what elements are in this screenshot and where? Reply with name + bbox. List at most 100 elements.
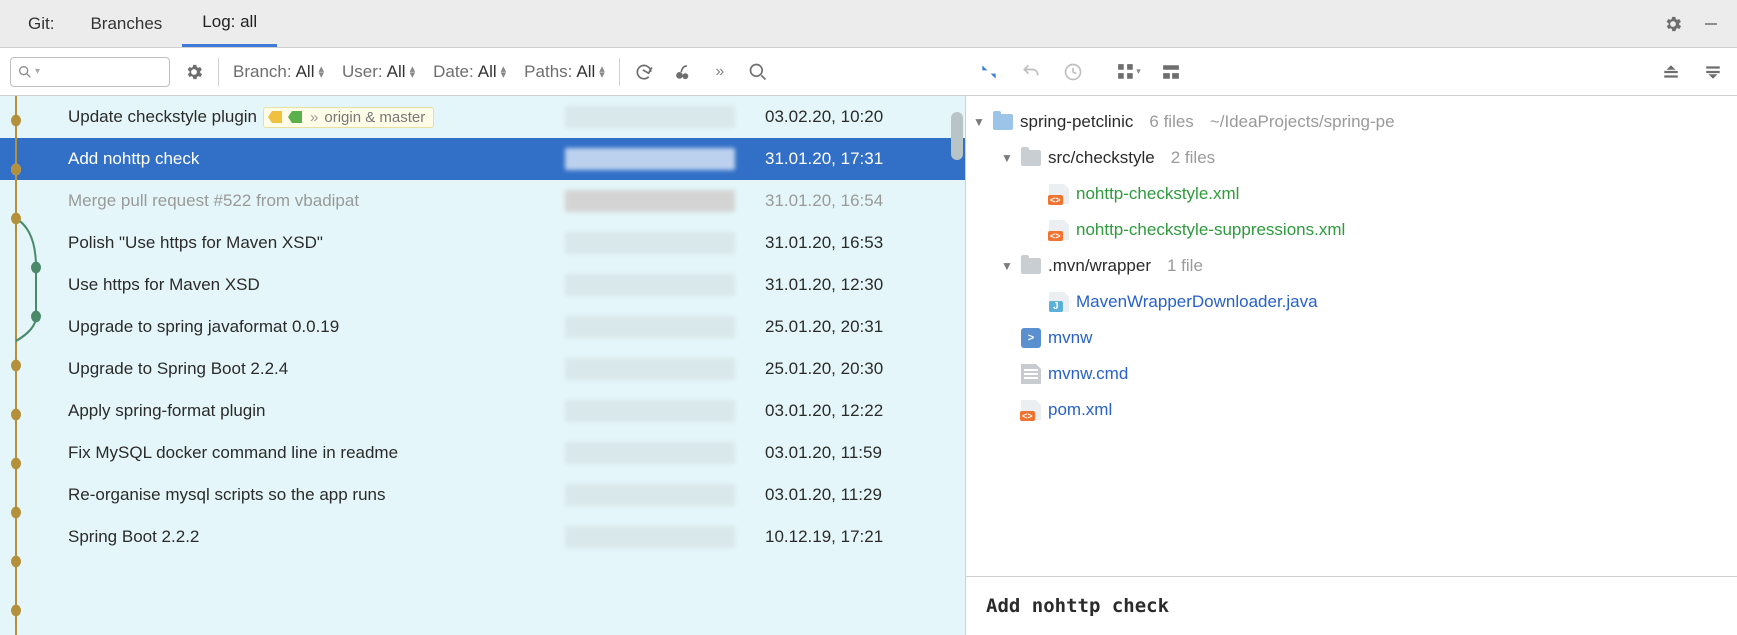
commit-author	[565, 106, 765, 128]
commit-date: 10.12.19, 17:21	[765, 527, 965, 547]
folder-name: src/checkstyle	[1048, 148, 1155, 168]
branch-tag[interactable]: »origin & master	[263, 107, 434, 128]
folder-icon	[1020, 255, 1042, 277]
commit-date: 03.02.20, 10:20	[765, 107, 965, 127]
file-name: nohttp-checkstyle-suppressions.xml	[1076, 220, 1345, 240]
file-name: mvnw.cmd	[1048, 364, 1128, 384]
commit-message: Re-organise mysql scripts so the app run…	[68, 485, 565, 505]
tree-file[interactable]: MavenWrapperDownloader.java	[972, 284, 1731, 320]
tree-folder[interactable]: ▼ .mvn/wrapper 1 file	[972, 248, 1731, 284]
more-icon[interactable]: »	[706, 58, 734, 86]
find-icon[interactable]	[744, 58, 772, 86]
gear-icon[interactable]	[1659, 10, 1687, 38]
commit-date: 03.01.20, 12:22	[765, 401, 965, 421]
commit-date: 31.01.20, 16:53	[765, 233, 965, 253]
chevron-down-icon[interactable]: ▼	[972, 115, 986, 129]
commit-author	[565, 400, 765, 422]
filter-paths[interactable]: Paths: All ▴▾	[520, 62, 609, 82]
commit-date: 25.01.20, 20:30	[765, 359, 965, 379]
commit-author	[565, 274, 765, 296]
tree-file[interactable]: nohttp-checkstyle-suppressions.xml	[972, 212, 1731, 248]
commit-row[interactable]: Spring Boot 2.2.2 10.12.19, 17:21	[0, 516, 965, 558]
group-icon[interactable]: ▾	[1115, 58, 1143, 86]
commit-author	[565, 190, 765, 212]
commit-message: Use https for Maven XSD	[68, 275, 565, 295]
commit-message: Spring Boot 2.2.2	[68, 527, 565, 547]
minimize-icon[interactable]	[1697, 10, 1725, 38]
tree-file[interactable]: pom.xml	[972, 392, 1731, 428]
tree-file[interactable]: nohttp-checkstyle.xml	[972, 176, 1731, 212]
filter-user[interactable]: User: All ▴▾	[338, 62, 419, 82]
commit-message: Apply spring-format plugin	[68, 401, 565, 421]
collapse-all-icon[interactable]	[1699, 58, 1727, 86]
changed-files-panel: ▼ spring-petclinic 6 files ~/IdeaProject…	[965, 96, 1737, 635]
file-tree[interactable]: ▼ spring-petclinic 6 files ~/IdeaProject…	[966, 96, 1737, 576]
file-icon: >	[1020, 327, 1042, 349]
commit-author	[565, 442, 765, 464]
chevron-down-icon[interactable]: ▼	[1000, 259, 1014, 273]
commit-detail-title: Add nohttp check	[966, 576, 1737, 635]
commit-row[interactable]: Use https for Maven XSD 31.01.20, 12:30	[0, 264, 965, 306]
tree-root[interactable]: ▼ spring-petclinic 6 files ~/IdeaProject…	[972, 104, 1731, 140]
git-title: Git:	[12, 14, 70, 34]
expand-all-icon[interactable]	[1657, 58, 1685, 86]
file-name: mvnw	[1048, 328, 1092, 348]
file-icon	[1048, 183, 1070, 205]
tree-file[interactable]: > mvnw	[972, 320, 1731, 356]
chevron-down-icon[interactable]: ▼	[1000, 151, 1014, 165]
commit-date: 31.01.20, 12:30	[765, 275, 965, 295]
commit-author	[565, 316, 765, 338]
layout-icon[interactable]	[1157, 58, 1185, 86]
commit-message: Upgrade to Spring Boot 2.2.4	[68, 359, 565, 379]
commit-row[interactable]: Add nohttp check 31.01.20, 17:31	[0, 138, 965, 180]
commit-author	[565, 148, 765, 170]
folder-icon	[1020, 147, 1042, 169]
commit-row[interactable]: Upgrade to Spring Boot 2.2.4 25.01.20, 20…	[0, 348, 965, 390]
tree-folder[interactable]: ▼src/checkstyle2 files	[972, 140, 1731, 176]
commit-date: 03.01.20, 11:29	[765, 485, 965, 505]
history-icon[interactable]	[1059, 58, 1087, 86]
filter-date[interactable]: Date: All ▴▾	[429, 62, 510, 82]
tab-branches[interactable]: Branches	[70, 0, 182, 47]
commit-row[interactable]: Re-organise mysql scripts so the app run…	[0, 474, 965, 516]
commit-date: 31.01.20, 16:54	[765, 191, 965, 211]
folder-name: .mvn/wrapper	[1048, 256, 1151, 276]
file-name: nohttp-checkstyle.xml	[1076, 184, 1239, 204]
commit-message: Add nohttp check	[68, 149, 565, 169]
commit-row[interactable]: Fix MySQL docker command line in readme 0…	[0, 432, 965, 474]
commit-message: Merge pull request #522 from vbadipat	[68, 191, 565, 211]
file-name: MavenWrapperDownloader.java	[1076, 292, 1318, 312]
commit-row[interactable]: Update checkstyle plugin»origin & master…	[0, 96, 965, 138]
cherry-pick-icon[interactable]	[668, 58, 696, 86]
file-icon	[1020, 399, 1042, 421]
commit-message: Upgrade to spring javaformat 0.0.19	[68, 317, 565, 337]
commit-message: Polish "Use https for Maven XSD"	[68, 233, 565, 253]
commit-row[interactable]: Upgrade to spring javaformat 0.0.1925.01…	[0, 306, 965, 348]
commit-log[interactable]: Update checkstyle plugin»origin & master…	[0, 96, 965, 635]
commit-row[interactable]: Polish "Use https for Maven XSD" 31.01.20…	[0, 222, 965, 264]
commit-date: 31.01.20, 17:31	[765, 149, 965, 169]
commit-author	[565, 358, 765, 380]
scrollbar-thumb[interactable]	[951, 112, 963, 160]
commit-message: Fix MySQL docker command line in readme	[68, 443, 565, 463]
file-icon	[1048, 291, 1070, 313]
commit-row[interactable]: Merge pull request #522 from vbadipat 31.…	[0, 180, 965, 222]
file-icon	[1048, 219, 1070, 241]
commit-author	[565, 232, 765, 254]
filter-gear-icon[interactable]	[180, 58, 208, 86]
module-folder-icon	[992, 111, 1014, 133]
filter-branch[interactable]: Branch: All ▴▾	[229, 62, 328, 82]
folder-count: 1 file	[1167, 256, 1203, 276]
undo-icon[interactable]	[1017, 58, 1045, 86]
commit-date: 03.01.20, 11:59	[765, 443, 965, 463]
commit-author	[565, 526, 765, 548]
collapse-diff-icon[interactable]	[975, 58, 1003, 86]
commit-message: Update checkstyle plugin»origin & master	[68, 107, 565, 128]
tree-file[interactable]: mvnw.cmd	[972, 356, 1731, 392]
diff-toolbar: ▾	[965, 48, 1737, 96]
search-input[interactable]: ▾	[10, 57, 170, 87]
commit-row[interactable]: Apply spring-format plugin 03.01.20, 12:2…	[0, 390, 965, 432]
commit-author	[565, 484, 765, 506]
tab-log-all[interactable]: Log: all	[182, 0, 277, 47]
refresh-icon[interactable]	[630, 58, 658, 86]
